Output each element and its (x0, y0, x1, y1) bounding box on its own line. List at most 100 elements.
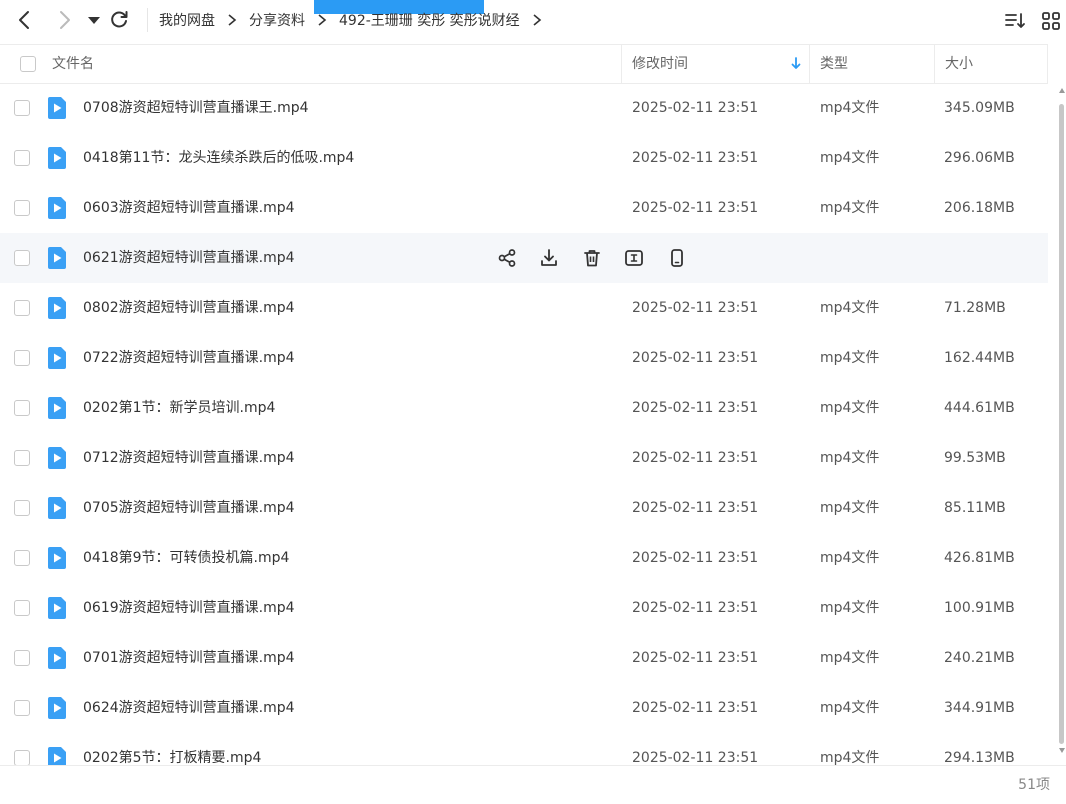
breadcrumb-item-shared[interactable]: 分享资料 (249, 10, 305, 30)
modified-time: 2025-02-11 23:51 (632, 100, 759, 116)
row-checkbox[interactable] (14, 500, 30, 516)
video-file-icon (46, 296, 68, 320)
row-checkbox[interactable] (14, 650, 30, 666)
row-checkbox[interactable] (14, 150, 30, 166)
table-row[interactable]: 0619游资超短特训营直播课.mp4 2025-02-11 23:51 mp4文件 1… (0, 583, 1048, 633)
table-row[interactable]: 0202第5节：打板精要.mp4 2025-02-11 23:51 mp4文件 294… (0, 733, 1048, 765)
column-header-name[interactable]: 文件名 (52, 45, 94, 83)
file-name[interactable]: 0621游资超短特训营直播课.mp4 (83, 233, 295, 283)
row-checkbox[interactable] (14, 350, 30, 366)
file-name[interactable]: 0705游资超短特训营直播课.mp4 (83, 483, 295, 533)
file-name[interactable]: 0802游资超短特训营直播课.mp4 (83, 283, 295, 333)
grid-view-button[interactable] (1040, 10, 1062, 32)
file-type: mp4文件 (820, 600, 880, 616)
forward-button[interactable] (52, 8, 76, 32)
file-name[interactable]: 0722游资超短特训营直播课.mp4 (83, 333, 295, 383)
video-file-icon (46, 696, 68, 720)
video-file-icon (46, 96, 68, 120)
column-header-time[interactable]: 修改时间 (632, 45, 688, 83)
table-row[interactable]: 0418第11节：龙头连续杀跌后的低吸.mp4 2025-02-11 23:51 m… (0, 133, 1048, 183)
row-checkbox[interactable] (14, 550, 30, 566)
download-icon[interactable] (538, 247, 560, 269)
file-name[interactable]: 0624游资超短特训营直播课.mp4 (83, 683, 295, 733)
chevron-left-icon (19, 11, 29, 29)
file-type: mp4文件 (820, 550, 880, 566)
modified-time: 2025-02-11 23:51 (632, 400, 759, 416)
column-divider[interactable] (809, 45, 810, 83)
table-row[interactable]: 0802游资超短特训营直播课.mp4 2025-02-11 23:51 mp4文件 7… (0, 283, 1048, 333)
table-row[interactable]: 0621游资超短特训营直播课.mp4 (0, 233, 1048, 283)
scroll-down-arrow-icon[interactable] (1059, 748, 1065, 753)
table-row[interactable]: 0712游资超短特训营直播课.mp4 2025-02-11 23:51 mp4文件 9… (0, 433, 1048, 483)
column-divider[interactable] (621, 45, 622, 83)
file-name[interactable]: 0712游资超短特训营直播课.mp4 (83, 433, 295, 483)
top-toolbar: 我的网盘 分享资料 492-王珊珊 奕彤 奕彤说财经 (0, 0, 1066, 44)
table-row[interactable]: 0708游资超短特训营直播课王.mp4 2025-02-11 23:51 mp4文件… (0, 83, 1048, 133)
select-all-checkbox[interactable] (20, 56, 36, 72)
row-checkbox[interactable] (14, 750, 30, 765)
file-size: 296.06MB (944, 150, 1015, 166)
refresh-button[interactable] (107, 8, 131, 32)
file-name[interactable]: 0708游资超短特训营直播课王.mp4 (83, 83, 309, 133)
scroll-up-arrow-icon[interactable] (1059, 88, 1065, 93)
video-file-icon (46, 396, 68, 420)
row-checkbox[interactable] (14, 300, 30, 316)
trash-icon[interactable] (581, 247, 603, 269)
column-divider (1047, 45, 1048, 83)
file-type: mp4文件 (820, 650, 880, 666)
breadcrumb-item-current[interactable]: 492-王珊珊 奕彤 奕彤说财经 (339, 10, 520, 30)
file-type: mp4文件 (820, 300, 880, 316)
video-file-icon (46, 246, 68, 270)
table-header: 文件名 修改时间 类型 大小 (0, 44, 1048, 84)
chevron-right-icon (531, 14, 543, 26)
modified-time: 2025-02-11 23:51 (632, 450, 759, 466)
refresh-icon (111, 11, 128, 28)
modified-time: 2025-02-11 23:51 (632, 150, 759, 166)
file-name[interactable]: 0418第11节：龙头连续杀跌后的低吸.mp4 (83, 133, 354, 183)
modified-time: 2025-02-11 23:51 (632, 750, 759, 765)
rename-icon[interactable] (623, 247, 645, 269)
file-name[interactable]: 0418第9节：可转债投机篇.mp4 (83, 533, 289, 583)
sort-desc-icon[interactable] (790, 56, 802, 72)
history-dropdown-button[interactable] (82, 8, 106, 32)
file-name[interactable]: 0603游资超短特训营直播课.mp4 (83, 183, 295, 233)
row-checkbox[interactable] (14, 700, 30, 716)
table-row[interactable]: 0624游资超短特训营直播课.mp4 2025-02-11 23:51 mp4文件 3… (0, 683, 1048, 733)
phone-icon[interactable] (666, 247, 688, 269)
row-checkbox[interactable] (14, 250, 30, 266)
table-row[interactable]: 0705游资超短特训营直播课.mp4 2025-02-11 23:51 mp4文件 8… (0, 483, 1048, 533)
row-checkbox[interactable] (14, 600, 30, 616)
file-name[interactable]: 0202第1节：新学员培训.mp4 (83, 383, 275, 433)
breadcrumb-item-root[interactable]: 我的网盘 (159, 10, 215, 30)
column-divider[interactable] (934, 45, 935, 83)
row-checkbox[interactable] (14, 450, 30, 466)
table-row[interactable]: 0701游资超短特训营直播课.mp4 2025-02-11 23:51 mp4文件 2… (0, 633, 1048, 683)
table-row[interactable]: 0722游资超短特训营直播课.mp4 2025-02-11 23:51 mp4文件 1… (0, 333, 1048, 383)
file-name[interactable]: 0619游资超短特训营直播课.mp4 (83, 583, 295, 633)
row-checkbox[interactable] (14, 400, 30, 416)
modified-time: 2025-02-11 23:51 (632, 500, 759, 516)
sort-button[interactable] (1004, 10, 1026, 32)
back-button[interactable] (13, 8, 37, 32)
chevron-right-icon (60, 11, 70, 29)
column-header-size[interactable]: 大小 (945, 45, 973, 83)
column-header-type[interactable]: 类型 (820, 45, 848, 83)
file-type: mp4文件 (820, 700, 880, 716)
file-size: 344.91MB (944, 700, 1015, 716)
table-row[interactable]: 0202第1节：新学员培训.mp4 2025-02-11 23:51 mp4文件 44… (0, 383, 1048, 433)
file-name[interactable]: 0202第5节：打板精要.mp4 (83, 733, 261, 765)
scrollbar-thumb[interactable] (1059, 104, 1064, 744)
file-size: 444.61MB (944, 400, 1015, 416)
chevron-right-icon (226, 14, 238, 26)
modified-time: 2025-02-11 23:51 (632, 200, 759, 216)
share-icon[interactable] (496, 247, 518, 269)
scrollbar[interactable] (1057, 84, 1066, 756)
file-type: mp4文件 (820, 750, 880, 765)
file-name[interactable]: 0701游资超短特训营直播课.mp4 (83, 633, 295, 683)
sort-icon (1005, 13, 1025, 28)
table-row[interactable]: 0418第9节：可转债投机篇.mp4 2025-02-11 23:51 mp4文件 4… (0, 533, 1048, 583)
breadcrumb: 我的网盘 分享资料 492-王珊珊 奕彤 奕彤说财经 (159, 9, 554, 31)
row-checkbox[interactable] (14, 200, 30, 216)
row-checkbox[interactable] (14, 100, 30, 116)
table-row[interactable]: 0603游资超短特训营直播课.mp4 2025-02-11 23:51 mp4文件 2… (0, 183, 1048, 233)
